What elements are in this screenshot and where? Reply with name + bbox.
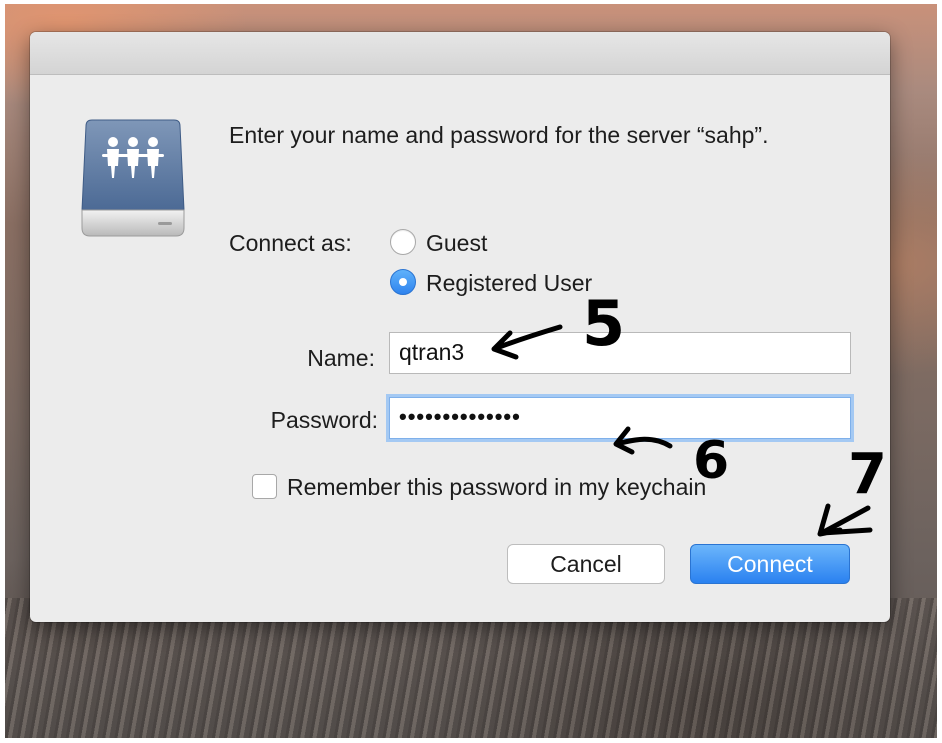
guest-radio[interactable]: [390, 229, 416, 255]
remember-password-label[interactable]: Remember this password in my keychain: [287, 472, 706, 502]
dialog-titlebar: [30, 32, 890, 75]
registered-user-radio-label[interactable]: Registered User: [426, 268, 592, 298]
connect-as-label: Connect as:: [229, 230, 352, 256]
password-label: Password:: [270, 407, 378, 433]
password-field[interactable]: ••••••••••••••: [389, 397, 851, 439]
remember-password-checkbox[interactable]: [252, 474, 277, 499]
guest-radio-label[interactable]: Guest: [426, 228, 487, 258]
registered-user-radio[interactable]: [390, 269, 416, 295]
name-label: Name:: [307, 345, 375, 371]
server-login-dialog: Enter your name and password for the ser…: [30, 32, 890, 622]
cancel-button[interactable]: Cancel: [507, 544, 665, 584]
shared-server-icon: [81, 119, 185, 237]
dialog-prompt: Enter your name and password for the ser…: [229, 122, 769, 148]
connect-button[interactable]: Connect: [690, 544, 850, 584]
name-field[interactable]: qtran3: [389, 332, 851, 374]
